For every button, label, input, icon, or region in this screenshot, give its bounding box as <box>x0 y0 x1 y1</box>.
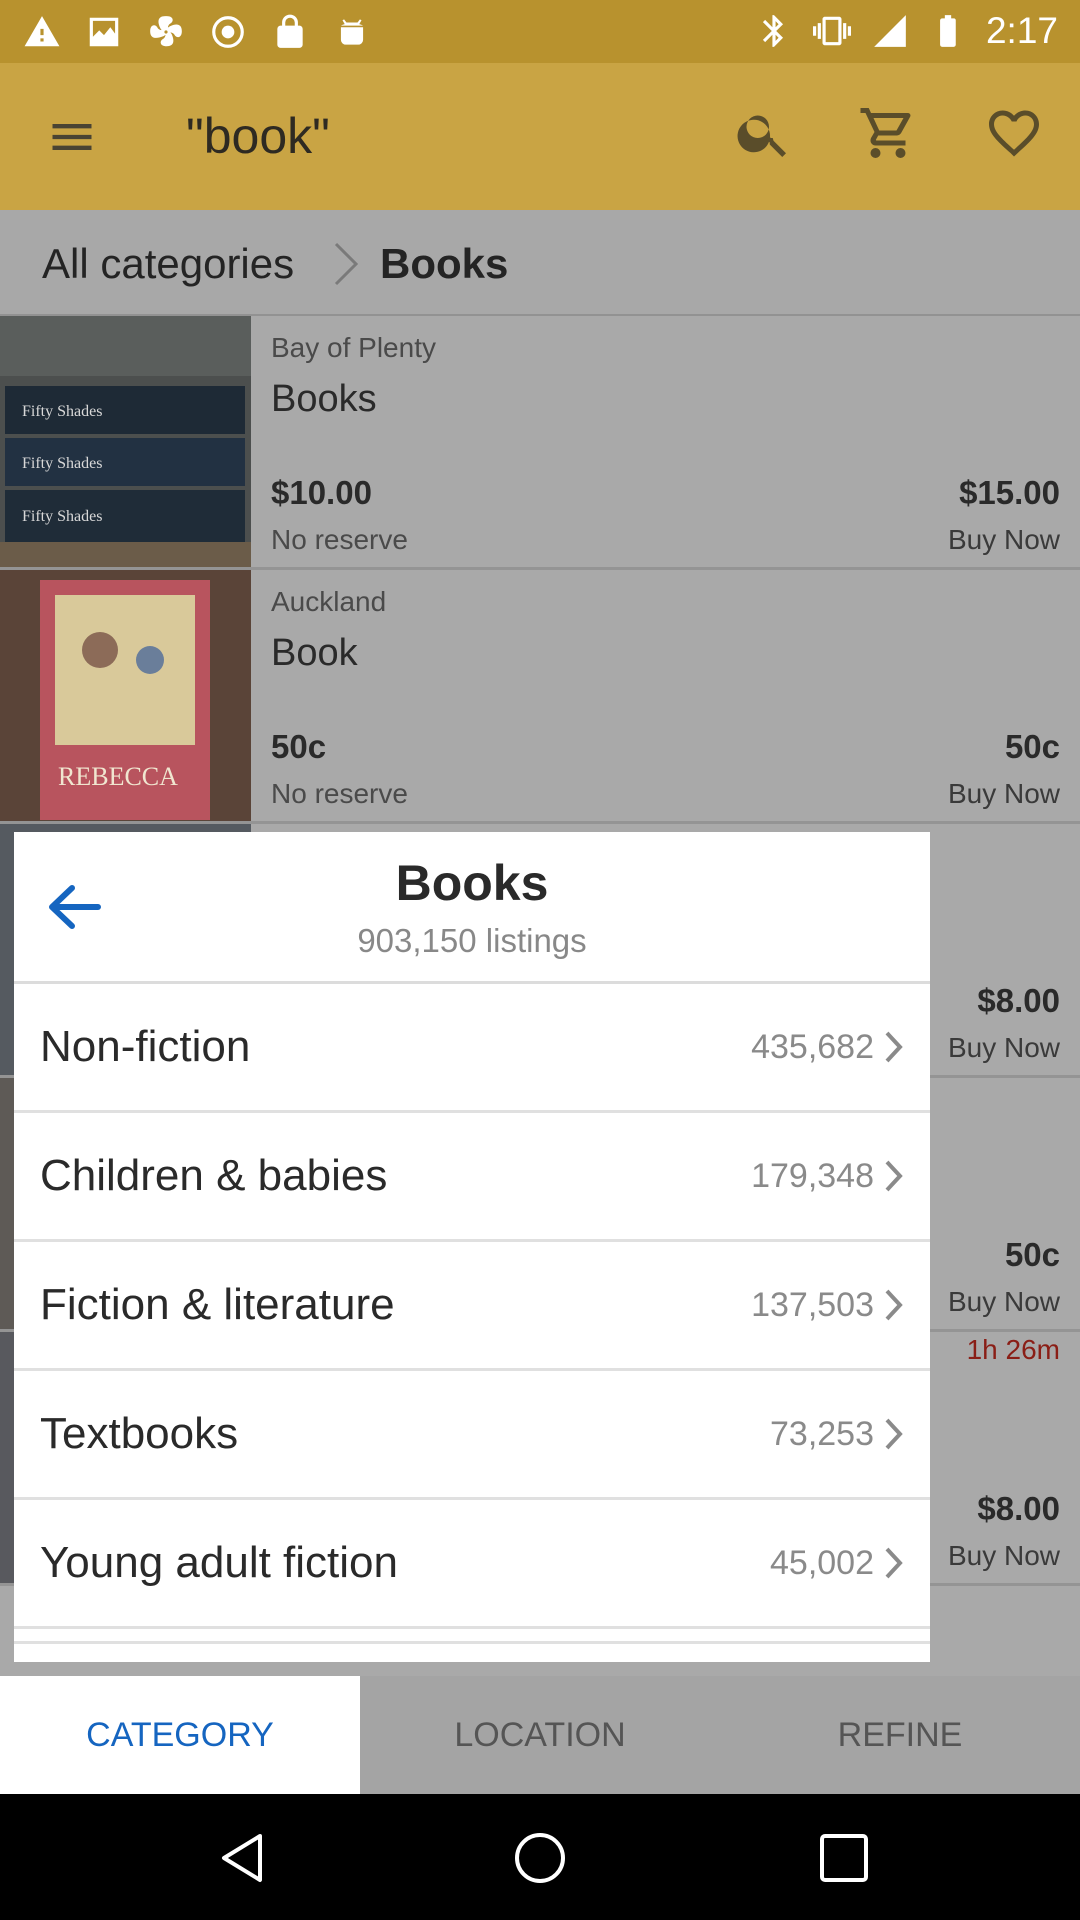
category-count: 73,253 <box>770 1415 874 1453</box>
category-label: Textbooks <box>40 1409 239 1458</box>
listing-buy-now-price: $15.00 <box>959 474 1060 511</box>
listing-buy-now-price: 50c <box>1004 1236 1060 1273</box>
sheet-header: Books 903,150 listings <box>14 832 930 984</box>
status-time: 2:17 <box>985 10 1058 51</box>
bluetooth-icon <box>754 11 794 51</box>
category-sheet: Books 903,150 listings Non-fiction 435,6… <box>14 832 930 1662</box>
listing-buy-now-label: Buy Now <box>947 1286 1060 1317</box>
cart-icon[interactable] <box>858 103 922 167</box>
search-icon[interactable] <box>734 103 798 167</box>
listing-location: Auckland <box>271 586 387 617</box>
signal-icon <box>870 11 910 51</box>
category-row-young-adult-fiction[interactable]: Young adult fiction 45,002 <box>14 1500 930 1629</box>
android-icon <box>332 12 372 52</box>
category-label: Children & babies <box>40 1151 388 1200</box>
listing-buy-now-price: $8.00 <box>977 982 1060 1019</box>
breadcrumb: All categories Books <box>0 210 1080 316</box>
tab-refine[interactable]: REFINE <box>720 1676 1080 1794</box>
listing-buy-now-price: 50c <box>1004 728 1060 765</box>
filter-tabs: CATEGORY LOCATION REFINE <box>0 1676 1080 1794</box>
category-count: 435,682 <box>751 1028 874 1066</box>
listing-current-price: $10.00 <box>271 474 372 511</box>
warning-icon <box>22 12 62 52</box>
listing-current-price: 50c <box>271 728 327 765</box>
listing-buy-now-label: Buy Now <box>947 1540 1060 1571</box>
chevron-right-icon <box>885 1160 903 1192</box>
category-row-non-fiction[interactable]: Non-fiction 435,682 <box>14 984 930 1113</box>
category-row-fiction-literature[interactable]: Fiction & literature 137,503 <box>14 1242 930 1371</box>
sheet-listing-count: 903,150 listings <box>357 922 587 959</box>
tab-category[interactable]: CATEGORY <box>0 1676 360 1794</box>
lock-icon <box>270 12 310 52</box>
chevron-right-icon <box>334 242 359 286</box>
back-icon[interactable] <box>214 1830 270 1886</box>
listing-title: Book <box>271 632 358 674</box>
listing-buy-now-label: Buy Now <box>947 778 1060 809</box>
listing-item[interactable]: REBECCA Auckland Book 50c No reserve 50c… <box>0 570 1080 824</box>
vibrate-icon <box>812 11 852 51</box>
category-label: Fiction & literature <box>40 1280 395 1329</box>
listing-buy-now-price: $8.00 <box>977 1490 1060 1527</box>
chevron-right-icon <box>885 1031 903 1063</box>
recents-icon[interactable] <box>816 1830 872 1886</box>
listing-buy-now-label: Buy Now <box>947 1032 1060 1063</box>
category-count: 179,348 <box>751 1157 874 1195</box>
listing-title: Books <box>271 378 377 420</box>
app-bar: "book" <box>0 63 1080 210</box>
menu-icon[interactable] <box>46 111 98 163</box>
fan-icon <box>146 12 186 52</box>
listing-buy-now-label: Buy Now <box>947 524 1060 555</box>
category-row-textbooks[interactable]: Textbooks 73,253 <box>14 1371 930 1500</box>
battery-icon <box>928 11 968 51</box>
listing-thumbnail: REBECCA <box>0 570 251 821</box>
category-row-children-babies[interactable]: Children & babies 179,348 <box>14 1113 930 1242</box>
system-nav-bar <box>0 1794 1080 1920</box>
search-query-title: "book" <box>186 108 330 164</box>
image-icon <box>84 12 124 52</box>
recording-icon <box>208 12 248 52</box>
category-count: 137,503 <box>751 1286 874 1324</box>
svg-text:REBECCA: REBECCA <box>58 762 178 791</box>
home-icon[interactable] <box>512 1830 568 1886</box>
listing-location: Bay of Plenty <box>271 332 436 363</box>
svg-text:Fifty Shades: Fifty Shades <box>22 508 102 525</box>
status-bar: 2:17 <box>0 0 1080 63</box>
tab-location[interactable]: LOCATION <box>360 1676 720 1794</box>
breadcrumb-all-categories[interactable]: All categories <box>42 240 294 288</box>
listing-reserve-status: No reserve <box>271 778 408 809</box>
category-label: Young adult fiction <box>40 1538 398 1587</box>
svg-text:Fifty Shades: Fifty Shades <box>22 455 102 472</box>
category-count: 45,002 <box>770 1544 874 1582</box>
listing-thumbnail: Fifty Shades Fifty Shades Fifty Shades <box>0 316 251 567</box>
sheet-title: Books <box>395 855 549 911</box>
category-label: Non-fiction <box>40 1022 251 1071</box>
category-row-partial[interactable] <box>14 1641 930 1662</box>
heart-icon[interactable] <box>984 103 1048 167</box>
svg-text:Fifty Shades: Fifty Shades <box>22 403 102 420</box>
chevron-right-icon <box>885 1289 903 1321</box>
chevron-right-icon <box>885 1418 903 1450</box>
listing-item[interactable]: Fifty Shades Fifty Shades Fifty Shades B… <box>0 316 1080 570</box>
listing-reserve-status: No reserve <box>271 524 408 555</box>
chevron-right-icon <box>885 1547 903 1579</box>
breadcrumb-current: Books <box>380 240 509 287</box>
